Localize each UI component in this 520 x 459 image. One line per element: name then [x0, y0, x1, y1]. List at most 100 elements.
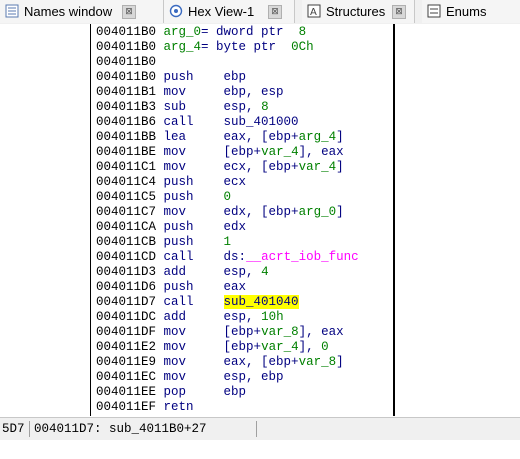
code-line[interactable]: 004011EE pop ebp	[96, 385, 246, 400]
line-mnemonic: mov	[163, 85, 224, 99]
line-operand: sub_401000	[223, 115, 299, 129]
line-operand: eax	[223, 280, 247, 294]
disassembly-listing[interactable]: 004011B0 arg_0= dword ptr 8 004011B0 arg_…	[90, 24, 395, 416]
line-operand[interactable]: var_8	[261, 325, 299, 339]
line-operand: [ebp+	[223, 325, 262, 339]
code-line[interactable]: 004011B0	[96, 55, 156, 70]
hex-view-icon	[169, 4, 183, 18]
line-mnemonic: add	[163, 265, 224, 279]
line-address: 004011EE	[96, 385, 157, 399]
line-address: 004011CA	[96, 220, 157, 234]
tab-bar: Names window ⊠ Hex View-1 ⊠ A Structures…	[0, 0, 520, 25]
line-mnemonic: push	[163, 175, 224, 189]
status-bar: 5D7 004011D7: sub_4011B0+27	[0, 417, 520, 440]
line-operand: ], eax	[298, 325, 344, 339]
code-line[interactable]: 004011CD call ds:__acrt_iob_func	[96, 250, 359, 265]
line-mnemonic: push	[163, 70, 224, 84]
code-line[interactable]: 004011D7 call sub_401040	[96, 295, 299, 310]
line-operand[interactable]: arg_0	[299, 205, 337, 219]
line-address: 004011B1	[96, 85, 157, 99]
line-operand: esp,	[223, 265, 262, 279]
line-mnemonic: sub	[163, 100, 224, 114]
line-address: 004011EF	[96, 400, 157, 414]
line-operand: esp,	[223, 310, 262, 324]
code-line[interactable]: 004011C5 push 0	[96, 190, 231, 205]
code-line[interactable]: 004011B1 mov ebp, esp	[96, 85, 284, 100]
code-line[interactable]: 004011EC mov esp, ebp	[96, 370, 284, 385]
enums-icon	[427, 4, 441, 18]
code-line[interactable]: 004011DF mov [ebp+var_8], eax	[96, 325, 344, 340]
line-operand: 8	[261, 100, 269, 114]
code-line[interactable]: 004011B0 arg_4= byte ptr 0Ch	[96, 40, 314, 55]
line-operand: ecx	[223, 175, 247, 189]
line-address: 004011BB	[96, 130, 157, 144]
code-line[interactable]: 004011E9 mov eax, [ebp+var_8]	[96, 355, 344, 370]
line-operand[interactable]: var_4	[261, 145, 299, 159]
line-mnemonic: push	[163, 235, 224, 249]
status-location: 004011D7: sub_4011B0+27	[34, 422, 207, 436]
line-mnemonic: call	[163, 115, 224, 129]
close-icon[interactable]: ⊠	[392, 5, 406, 19]
disassembly-view[interactable]: 004011B0 arg_0= dword ptr 8 004011B0 arg_…	[0, 24, 520, 416]
code-line[interactable]: 004011B0 push ebp	[96, 70, 246, 85]
line-operand: 4	[261, 265, 269, 279]
close-icon[interactable]: ⊠	[122, 5, 136, 19]
code-line[interactable]: 004011B6 call sub_401000	[96, 115, 299, 130]
line-mnemonic: mov	[163, 325, 224, 339]
line-operand: 8	[298, 25, 307, 39]
line-operand: ]	[336, 355, 344, 369]
line-operand[interactable]: var_8	[299, 355, 337, 369]
line-address: 004011CD	[96, 250, 157, 264]
code-line[interactable]: 004011DC add esp, 10h	[96, 310, 284, 325]
code-line[interactable]: 004011E2 mov [ebp+var_4], 0	[96, 340, 329, 355]
code-line[interactable]: 004011B3 sub esp, 8	[96, 100, 269, 115]
structures-icon: A	[307, 4, 321, 18]
code-line[interactable]: 004011C4 push ecx	[96, 175, 246, 190]
line-operand: ebp, esp	[223, 85, 284, 99]
line-mnemonic: push	[163, 280, 224, 294]
line-operand: eax, [ebp+	[223, 130, 299, 144]
line-operand: 10h	[261, 310, 284, 324]
code-line[interactable]: 004011EF retn	[96, 400, 224, 415]
line-operand[interactable]: var_4	[261, 340, 299, 354]
code-line[interactable]: 004011BB lea eax, [ebp+arg_4]	[96, 130, 344, 145]
code-line[interactable]: 004011B0 arg_0= dword ptr 8	[96, 25, 306, 40]
tab-enums[interactable]: Enums	[422, 0, 520, 23]
code-line[interactable]: 004011D6 push eax	[96, 280, 246, 295]
line-operand: esp,	[223, 100, 262, 114]
line-mnemonic: mov	[163, 340, 224, 354]
line-mnemonic: mov	[163, 205, 224, 219]
line-operand: ]	[336, 160, 344, 174]
line-address: 004011B3	[96, 100, 157, 114]
code-line[interactable]: 004011CB push 1	[96, 235, 231, 250]
close-icon[interactable]: ⊠	[268, 5, 282, 19]
import-function-name[interactable]: __acrt_iob_func	[246, 250, 359, 264]
code-line[interactable]: 004011D3 add esp, 4	[96, 265, 269, 280]
line-address: 004011B6	[96, 115, 157, 129]
line-address: 004011C1	[96, 160, 157, 174]
line-address: 004011B0	[96, 40, 157, 54]
line-operand: ]	[336, 205, 344, 219]
code-line[interactable]: 004011CA push edx	[96, 220, 246, 235]
line-operand[interactable]: arg_4	[164, 40, 202, 54]
line-operand: ebp	[223, 70, 247, 84]
code-line[interactable]: 004011C1 mov ecx, [ebp+var_4]	[96, 160, 344, 175]
line-operand[interactable]: arg_4	[299, 130, 337, 144]
line-address: 004011B0	[96, 70, 157, 84]
line-operand[interactable]: arg_0	[164, 25, 202, 39]
line-operand: ecx, [ebp+	[223, 160, 299, 174]
tab-structures[interactable]: A Structures ⊠	[302, 0, 415, 23]
line-mnemonic: mov	[163, 370, 224, 384]
code-line[interactable]: 004011C7 mov edx, [ebp+arg_0]	[96, 205, 344, 220]
highlighted-operand[interactable]: sub_401040	[223, 295, 299, 309]
tab-names-window[interactable]: Names window ⊠	[0, 0, 164, 23]
line-mnemonic: push	[163, 190, 224, 204]
line-operand: ebp	[223, 385, 247, 399]
line-operand[interactable]: var_4	[299, 160, 337, 174]
line-mnemonic: pop	[163, 385, 224, 399]
line-mnemonic: mov	[163, 160, 224, 174]
code-line[interactable]: 004011BE mov [ebp+var_4], eax	[96, 145, 344, 160]
line-operand: = dword ptr	[201, 25, 299, 39]
tab-hex-view-1[interactable]: Hex View-1 ⊠	[164, 0, 295, 23]
line-mnemonic: retn	[163, 400, 224, 414]
